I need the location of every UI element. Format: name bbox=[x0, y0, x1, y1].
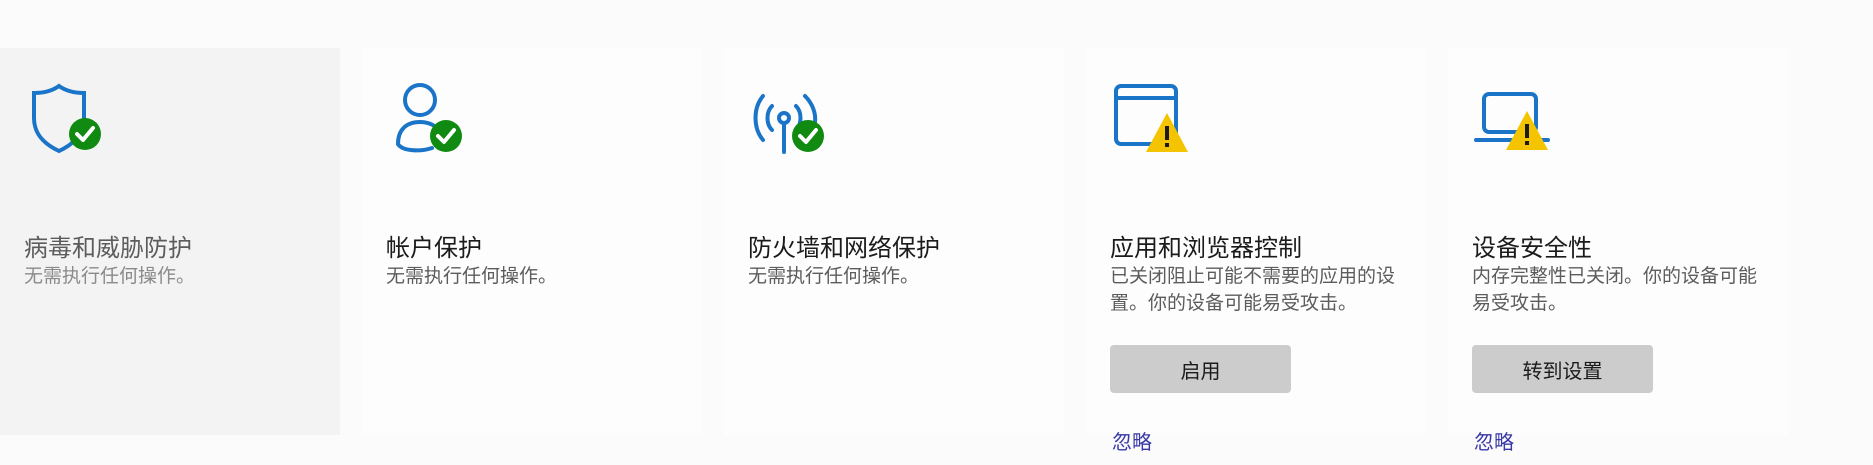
tile-description: 无需执行任何操作。 bbox=[24, 265, 196, 287]
antenna-check-icon bbox=[750, 78, 830, 158]
tile-account-protection[interactable]: 帐户保护 无需执行任何操作。 bbox=[362, 48, 702, 435]
tile-device-security[interactable]: 设备安全性 内存完整性已关闭。你的设备可能易受攻击。 转到设置 忽略 bbox=[1448, 48, 1788, 454]
person-check-icon bbox=[388, 78, 468, 158]
tile-title: 帐户保护 bbox=[386, 234, 482, 262]
tile-title: 防火墙和网络保护 bbox=[748, 234, 940, 262]
tile-app-browser-control[interactable]: 应用和浏览器控制 已关闭阻止可能不需要的应用的设置。你的设备可能易受攻击。 启用… bbox=[1086, 48, 1426, 454]
tile-title: 病毒和威胁防护 bbox=[24, 234, 192, 262]
tile-description: 已关闭阻止可能不需要的应用的设置。你的设备可能易受攻击。 bbox=[1110, 265, 1396, 314]
laptop-warning-icon bbox=[1474, 78, 1554, 158]
dismiss-link[interactable]: 忽略 bbox=[1112, 426, 1152, 455]
go-to-settings-button[interactable]: 转到设置 bbox=[1472, 345, 1653, 393]
tile-virus-threat-protection[interactable]: 病毒和威胁防护 无需执行任何操作。 bbox=[0, 48, 340, 435]
tile-description: 无需执行任何操作。 bbox=[386, 265, 558, 287]
tile-description: 内存完整性已关闭。你的设备可能易受攻击。 bbox=[1472, 265, 1758, 314]
tile-firewall-network-protection[interactable]: 防火墙和网络保护 无需执行任何操作。 bbox=[724, 48, 1064, 435]
security-tiles-row: 病毒和威胁防护 无需执行任何操作。 帐户保护 无需执行任何操作。 防火墙和网络保… bbox=[0, 0, 1873, 465]
shield-check-icon bbox=[26, 78, 106, 158]
window-warning-icon bbox=[1112, 78, 1192, 158]
tile-title: 应用和浏览器控制 bbox=[1110, 234, 1302, 262]
tile-title: 设备安全性 bbox=[1472, 234, 1592, 262]
dismiss-link[interactable]: 忽略 bbox=[1474, 426, 1514, 455]
tile-description: 无需执行任何操作。 bbox=[748, 265, 920, 287]
enable-button[interactable]: 启用 bbox=[1110, 345, 1291, 393]
